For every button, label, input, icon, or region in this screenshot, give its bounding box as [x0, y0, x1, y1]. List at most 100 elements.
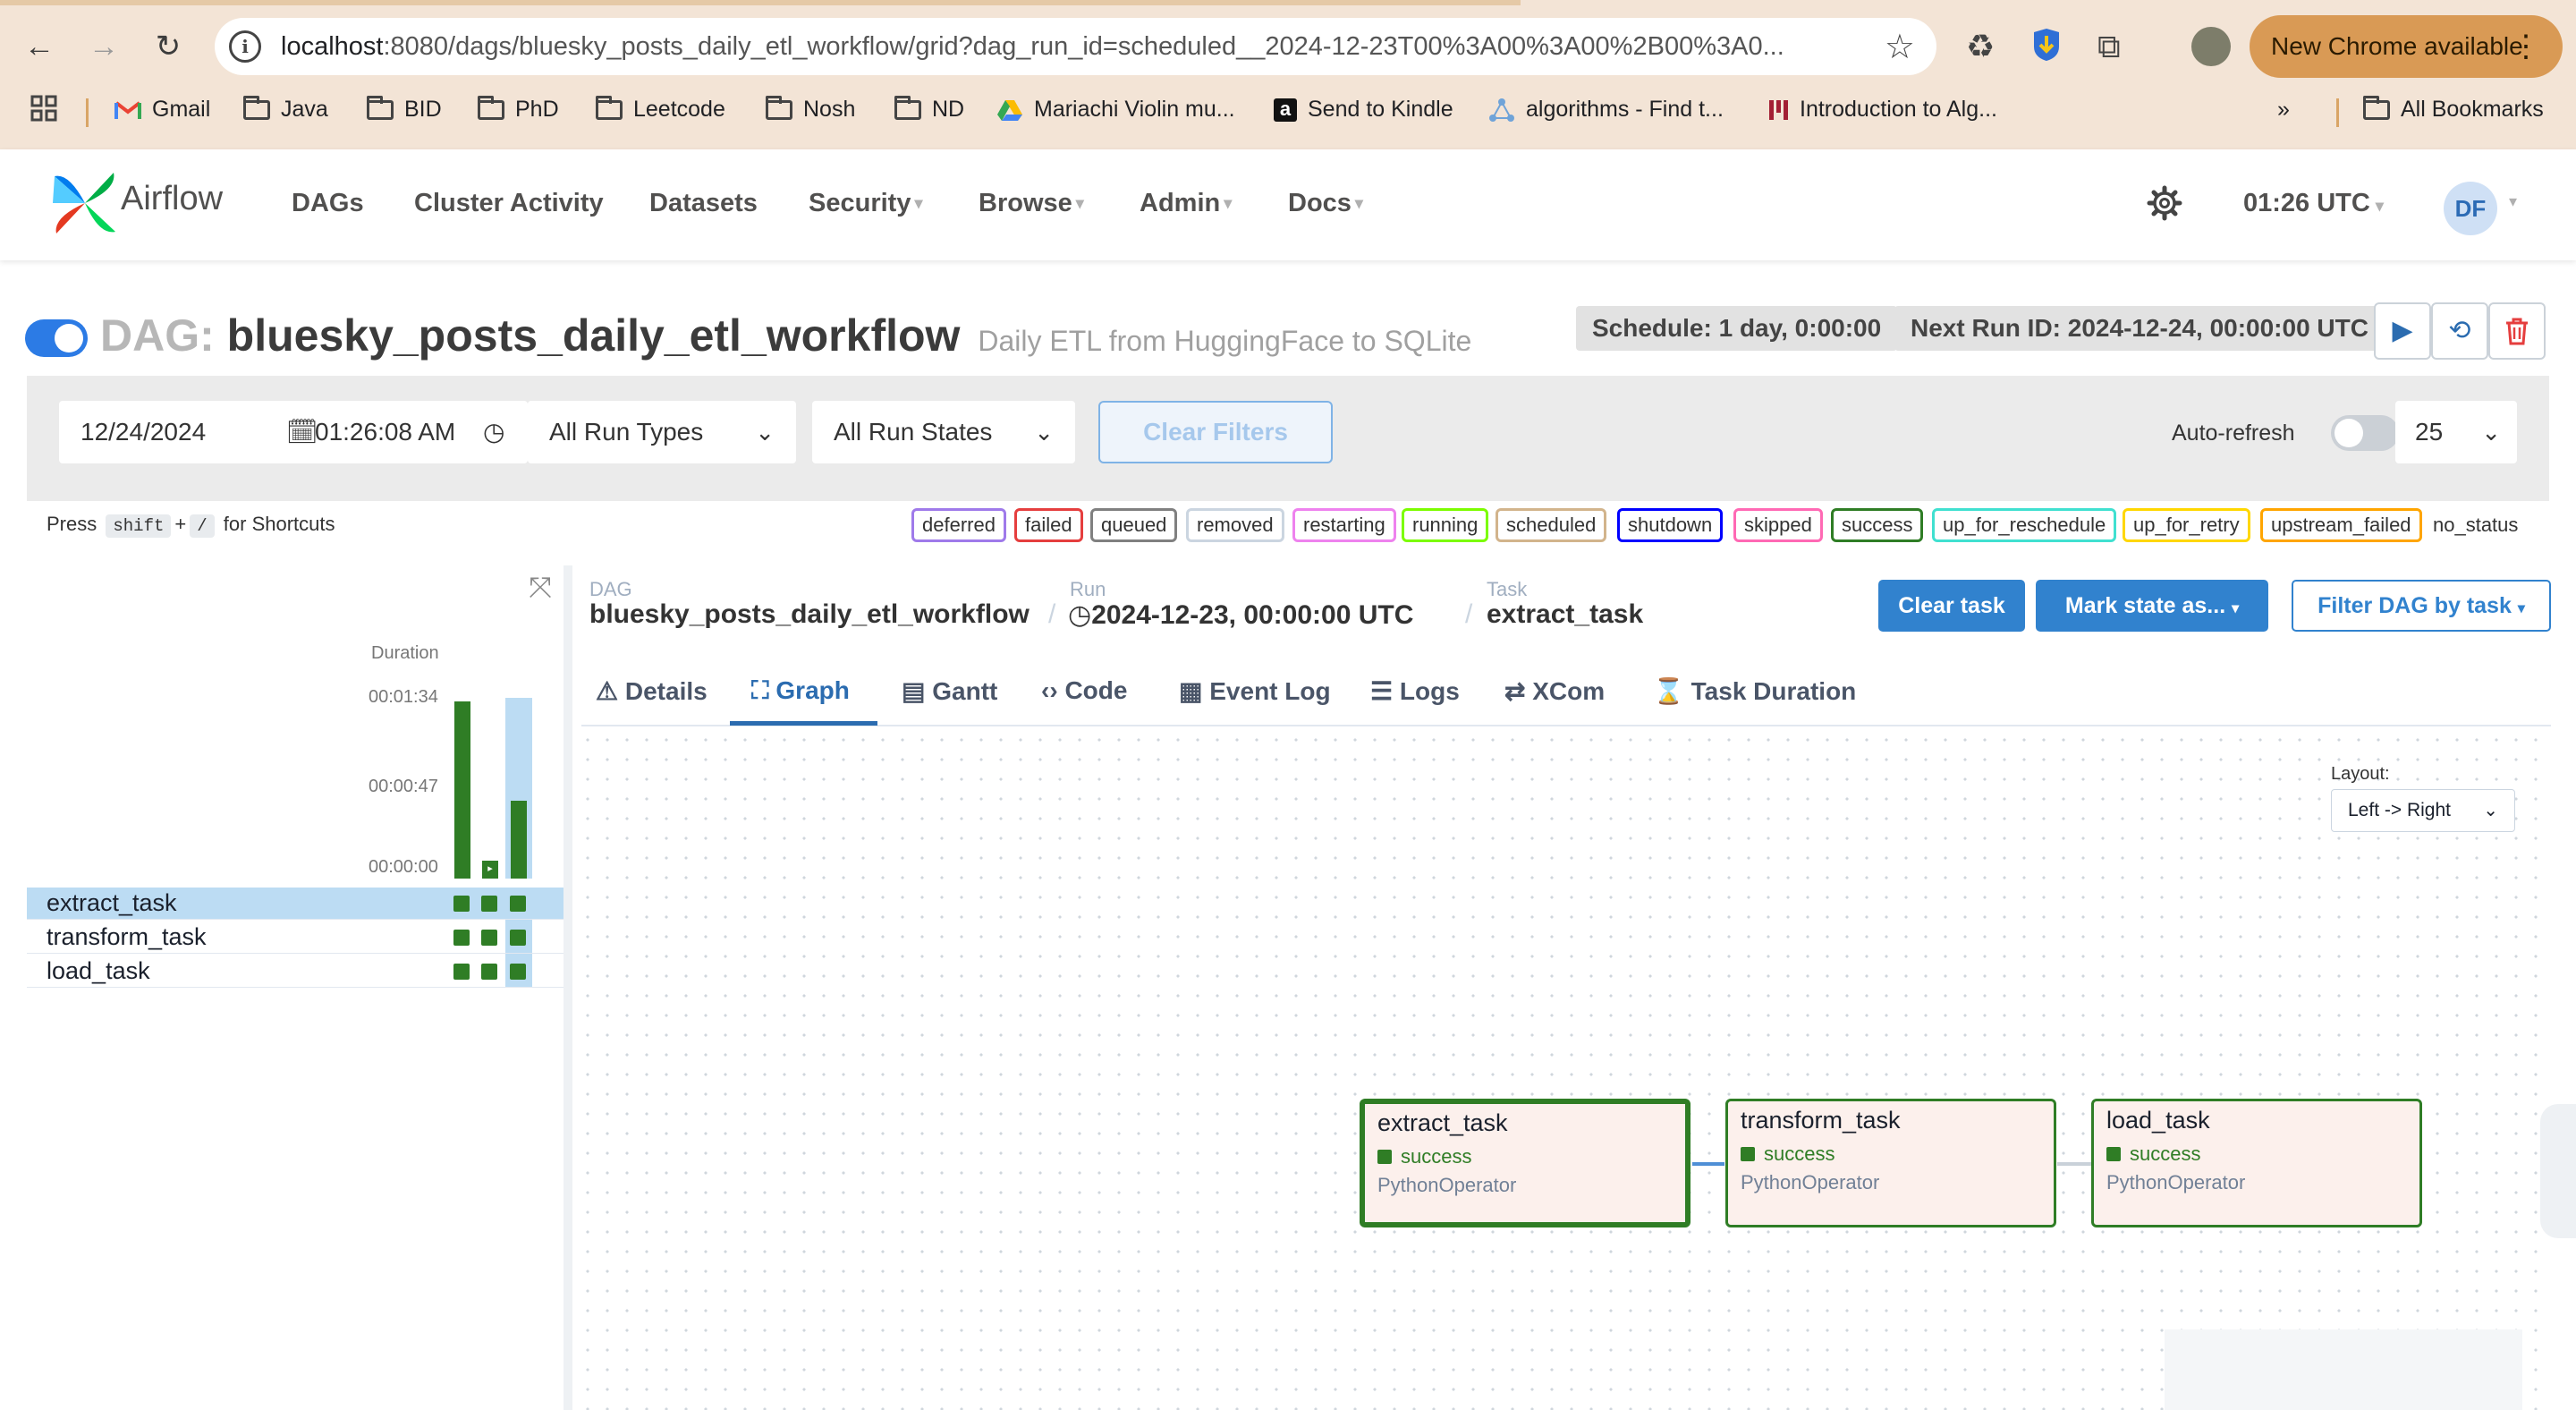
run-types-select[interactable]: All Run Types ⌄ — [528, 401, 796, 463]
reload-icon[interactable]: ↻ — [148, 27, 188, 66]
caret-down-icon[interactable]: ▾ — [2509, 192, 2517, 211]
task-row-load[interactable]: load_task — [27, 956, 564, 988]
page-size-select[interactable]: 25 ⌄ — [2395, 401, 2517, 463]
run-duration-bar[interactable] — [454, 701, 470, 879]
clear-filters-button[interactable]: Clear Filters — [1098, 401, 1333, 463]
base-date-picker[interactable]: 12/24/2024 🗓 01:26:08 AM ◷ — [59, 401, 528, 463]
apps-grid-icon[interactable] — [30, 95, 57, 122]
crumb-run-value[interactable]: ◷2024-12-23, 00:00:00 UTC — [1068, 599, 1413, 631]
delete-dag-button[interactable] — [2488, 302, 2546, 360]
task-instance-success[interactable] — [510, 896, 526, 912]
profile-avatar[interactable] — [2191, 27, 2231, 66]
legend-up-for-reschedule[interactable]: up_for_reschedule — [1932, 508, 2117, 542]
all-bookmarks[interactable]: All Bookmarks — [2363, 95, 2544, 123]
tab-xcom[interactable]: ⇄ XCom — [1504, 676, 1605, 706]
graph-node-transform[interactable]: transform_task success PythonOperator — [1725, 1099, 2056, 1227]
more-bookmarks-chevron-icon[interactable]: » — [2277, 97, 2290, 123]
legend-running[interactable]: running — [1402, 508, 1489, 542]
address-bar[interactable]: i localhost:8080/dags/bluesky_posts_dail… — [215, 18, 1936, 75]
calendar-icon[interactable]: 🗓 — [286, 401, 318, 463]
graph-minimap[interactable] — [2165, 1329, 2522, 1410]
nav-datasets[interactable]: Datasets — [649, 189, 758, 218]
tab-graph[interactable]: ⛶ Graph — [751, 676, 850, 706]
bookmark-intro-algorithms[interactable]: Introduction to Alg... — [1767, 97, 1997, 123]
filter-dag-by-task-button[interactable]: Filter DAG by task ▾ — [2292, 580, 2551, 632]
run-states-select[interactable]: All Run States ⌄ — [812, 401, 1075, 463]
collapse-details-icon[interactable]: ⤧ — [526, 573, 555, 601]
bookmark-mariachi[interactable]: Mariachi Violin mu... — [996, 97, 1235, 123]
bookmark-star-icon[interactable]: ☆ — [1885, 27, 1915, 67]
dag-name[interactable]: bluesky_posts_daily_etl_workflow — [227, 310, 961, 361]
extensions-puzzle-icon[interactable]: ⧉ — [2097, 27, 2121, 66]
task-instance-success[interactable] — [453, 930, 470, 946]
utc-clock[interactable]: 01:26 UTC ▾ — [2243, 189, 2384, 218]
clock-icon[interactable]: ◷ — [483, 401, 504, 463]
download-extension-icon[interactable] — [2030, 27, 2063, 72]
task-row-extract[interactable]: extract_task — [27, 888, 564, 920]
user-avatar[interactable]: DF — [2444, 182, 2497, 235]
bookmark-nosh[interactable]: Nosh — [766, 95, 855, 123]
bookmark-bid[interactable]: BID — [367, 95, 442, 123]
legend-up-for-retry[interactable]: up_for_retry — [2123, 508, 2250, 542]
legend-restarting[interactable]: restarting — [1292, 508, 1396, 542]
task-instance-success[interactable] — [481, 964, 497, 980]
tab-logs[interactable]: ☰ Logs — [1370, 676, 1460, 706]
task-instance-success[interactable] — [453, 964, 470, 980]
bookmark-leetcode[interactable]: Leetcode — [596, 95, 725, 123]
trigger-dag-button[interactable]: ▶ — [2374, 302, 2431, 360]
bookmark-send-to-kindle[interactable]: a Send to Kindle — [1274, 97, 1453, 123]
recycle-extension-icon[interactable]: ♻ — [1966, 27, 1995, 66]
graph-node-extract[interactable]: extract_task success PythonOperator — [1360, 1099, 1690, 1227]
task-instance-success[interactable] — [481, 896, 497, 912]
auto-refresh-switch[interactable] — [2331, 415, 2399, 451]
nav-cluster-activity[interactable]: Cluster Activity — [414, 189, 604, 218]
bookmark-nd[interactable]: ND — [894, 95, 964, 123]
nav-security[interactable]: Security ▾ — [809, 189, 923, 218]
airflow-logo-icon[interactable] — [49, 167, 121, 239]
nav-browse[interactable]: Browse ▾ — [979, 189, 1084, 218]
legend-skipped[interactable]: skipped — [1733, 508, 1823, 542]
task-instance-success[interactable] — [481, 930, 497, 946]
legend-failed[interactable]: failed — [1014, 508, 1083, 542]
forward-icon[interactable]: → — [84, 27, 123, 66]
task-instance-success[interactable] — [510, 964, 526, 980]
panel-resize-handle[interactable] — [564, 565, 572, 1410]
legend-queued[interactable]: queued — [1090, 508, 1178, 542]
run-duration-bar[interactable]: ▸ — [482, 861, 498, 879]
mark-state-button[interactable]: Mark state as... ▾ — [2036, 580, 2268, 632]
tab-task-duration[interactable]: ⌛ Task Duration — [1653, 676, 1856, 706]
dag-pause-toggle[interactable] — [25, 319, 88, 357]
legend-deferred[interactable]: deferred — [911, 508, 1006, 542]
legend-no-status[interactable]: no_status — [2433, 514, 2518, 537]
tab-code[interactable]: ‹› Code — [1041, 676, 1127, 705]
task-instance-success[interactable] — [453, 896, 470, 912]
task-instance-success[interactable] — [510, 930, 526, 946]
dag-graph-canvas[interactable] — [578, 730, 2551, 1410]
parse-dag-button[interactable]: ⟲ — [2431, 302, 2488, 360]
tab-details[interactable]: ⚠ Details — [596, 676, 708, 706]
layout-select[interactable]: Left -> Right ⌄ — [2331, 789, 2515, 832]
nav-docs[interactable]: Docs ▾ — [1288, 189, 1363, 218]
nav-admin[interactable]: Admin ▾ — [1140, 189, 1232, 218]
crumb-dag-value[interactable]: bluesky_posts_daily_etl_workflow — [589, 599, 1030, 630]
bookmark-phd[interactable]: PhD — [478, 95, 559, 123]
legend-removed[interactable]: removed — [1186, 508, 1284, 542]
clear-task-button[interactable]: Clear task — [1878, 580, 2025, 632]
crumb-task-value[interactable]: extract_task — [1487, 599, 1643, 630]
airflow-brand[interactable]: Airflow — [121, 180, 223, 218]
legend-upstream-failed[interactable]: upstream_failed — [2260, 508, 2422, 542]
legend-shutdown[interactable]: shutdown — [1617, 508, 1724, 542]
legend-success[interactable]: success — [1831, 508, 1924, 542]
tab-gantt[interactable]: ▤ Gantt — [902, 676, 997, 706]
new-chrome-available-button[interactable]: New Chrome available ⋮ — [2250, 15, 2563, 78]
back-icon[interactable]: ← — [20, 27, 59, 66]
bookmark-algorithms[interactable]: algorithms - Find t... — [1488, 97, 1724, 123]
gear-icon[interactable] — [2147, 185, 2182, 221]
task-row-transform[interactable]: transform_task — [27, 922, 564, 954]
more-menu-icon[interactable]: ⋮ — [2511, 15, 2541, 78]
site-info-icon[interactable]: i — [229, 30, 261, 63]
bookmark-java[interactable]: Java — [243, 95, 328, 123]
side-panel-handle[interactable] — [2540, 1104, 2576, 1238]
run-duration-bar[interactable] — [511, 801, 527, 879]
bookmark-gmail[interactable]: Gmail — [114, 97, 210, 123]
